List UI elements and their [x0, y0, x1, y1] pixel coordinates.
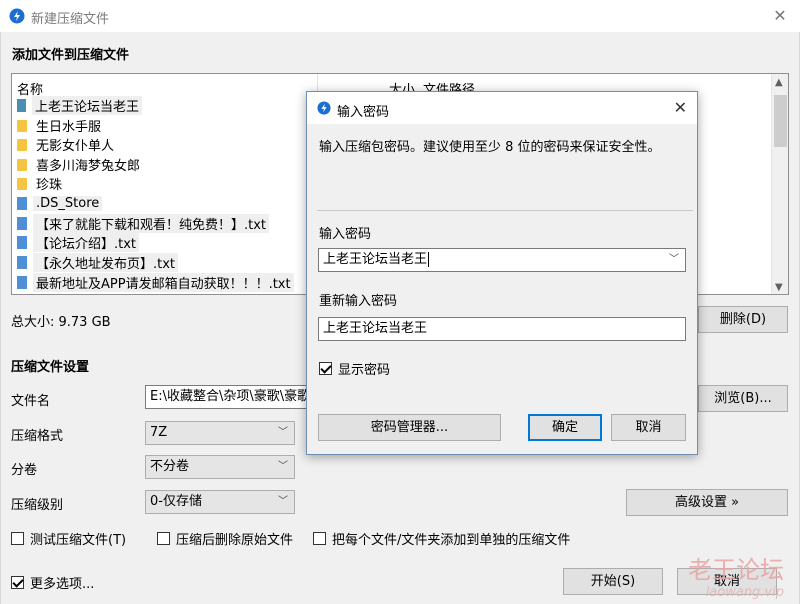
- watermark-text: 老王论坛: [688, 556, 784, 584]
- checkbox-label: 显示密码: [338, 363, 391, 378]
- delete-after-checkbox[interactable]: 压缩后删除原始文件: [157, 529, 293, 548]
- checkbox-box[interactable]: [157, 532, 170, 545]
- watermark: 老王论坛 laowang.vip: [688, 550, 784, 600]
- password-input[interactable]: 上老王论坛当老王 ﹀: [318, 248, 686, 272]
- checkbox-box[interactable]: [319, 362, 332, 375]
- app-icon: [9, 8, 25, 24]
- format-value: 7Z: [150, 425, 168, 440]
- checkbox-label: 更多选项...: [30, 577, 95, 592]
- watermark-url: laowang.vip: [705, 585, 784, 600]
- list-item-label: 生日水手服: [36, 120, 102, 135]
- checkbox-label: 把每个文件/文件夹添加到单独的压缩文件: [332, 533, 571, 548]
- dialog-titlebar: 输入密码 ✕: [307, 92, 697, 124]
- list-item-label: 珍珠: [36, 178, 63, 193]
- folder-icon: [17, 119, 27, 132]
- list-item[interactable]: 生日水手服: [16, 116, 306, 135]
- format-select[interactable]: 7Z ﹀: [145, 421, 295, 445]
- file-icon: [17, 236, 27, 249]
- list-item[interactable]: 【论坛介绍】.txt: [16, 233, 306, 252]
- list-item-label: 上老王论坛当老王: [32, 96, 143, 115]
- checkbox-box[interactable]: [313, 532, 326, 545]
- folder-icon: [17, 138, 27, 151]
- list-item[interactable]: 喜多川海梦兔女郎: [16, 155, 306, 174]
- checkbox-label: 压缩后删除原始文件: [176, 533, 294, 548]
- list-scrollbar[interactable]: ▲ ▼: [771, 74, 788, 294]
- list-item-label: 最新地址及APP请发邮箱自动获取！！！.txt: [33, 273, 294, 292]
- confirm-password-input[interactable]: 上老王论坛当老王: [318, 317, 686, 341]
- list-item[interactable]: 【来了就能下载和观看！纯免费！】.txt: [16, 214, 306, 233]
- checkbox-box[interactable]: [11, 532, 24, 545]
- split-value: 不分卷: [150, 459, 190, 474]
- list-item[interactable]: .DS_Store: [16, 194, 306, 213]
- folder-icon: [17, 158, 27, 171]
- app-icon: [317, 101, 331, 115]
- file-icon: [17, 217, 27, 230]
- more-options-checkbox[interactable]: 更多选项...: [11, 573, 94, 592]
- advanced-settings-button[interactable]: 高级设置 »: [626, 489, 788, 516]
- chevron-down-icon: ﹀: [278, 427, 288, 438]
- list-item-label: 喜多川海梦兔女郎: [36, 159, 141, 174]
- start-button[interactable]: 开始(S): [563, 568, 663, 595]
- file-icon: [17, 256, 27, 269]
- file-icon: [17, 276, 27, 289]
- level-label: 压缩级别: [11, 498, 64, 513]
- password-dialog: 输入密码 ✕ 输入压缩包密码。建议使用至少 8 位的密码来保证安全性。 输入密码…: [306, 91, 698, 455]
- list-item-label: 【论坛介绍】.txt: [33, 233, 140, 252]
- scroll-up-icon[interactable]: ▲: [775, 77, 783, 88]
- separate-archives-checkbox[interactable]: 把每个文件/文件夹添加到单独的压缩文件: [313, 529, 570, 548]
- scroll-thumb[interactable]: [774, 95, 787, 147]
- add-files-heading: 添加文件到压缩文件: [12, 48, 130, 63]
- split-select[interactable]: 不分卷 ﹀: [145, 455, 295, 479]
- divider: [317, 210, 693, 211]
- list-item[interactable]: 上老王论坛当老王: [16, 96, 306, 115]
- list-item[interactable]: 珍珠: [16, 174, 306, 193]
- list-item[interactable]: 【永久地址发布页】.txt: [16, 253, 306, 272]
- browse-button[interactable]: 浏览(B)...: [698, 385, 788, 412]
- total-size: 总大小: 9.73 GB: [11, 315, 111, 330]
- password-label: 输入密码: [319, 227, 372, 242]
- list-item-label: 【来了就能下载和观看！纯免费！】.txt: [33, 214, 270, 233]
- level-select[interactable]: 0-仅存储 ﹀: [145, 490, 295, 514]
- password-manager-button[interactable]: 密码管理器...: [318, 414, 501, 441]
- confirm-password-label: 重新输入密码: [319, 294, 398, 309]
- scroll-down-icon[interactable]: ▼: [775, 282, 783, 293]
- list-item[interactable]: 最新地址及APP请发邮箱自动获取！！！.txt: [16, 273, 306, 292]
- dialog-title: 输入密码: [337, 105, 390, 120]
- chevron-down-icon[interactable]: ﹀: [669, 249, 679, 271]
- ok-button[interactable]: 确定: [528, 414, 602, 441]
- file-icon: [17, 197, 27, 210]
- chevron-down-icon: ﹀: [278, 496, 288, 507]
- list-item-label: 无影女仆单人: [36, 139, 115, 154]
- delete-button[interactable]: 删除(D): [698, 306, 788, 333]
- split-label: 分卷: [11, 463, 38, 478]
- password-value: 上老王论坛当老王: [323, 252, 428, 267]
- close-icon[interactable]: ✕: [674, 98, 687, 117]
- window-title: 新建压缩文件: [31, 12, 110, 27]
- window-titlebar: 新建压缩文件 ✕: [0, 0, 800, 32]
- list-item[interactable]: 无影女仆单人: [16, 135, 306, 154]
- text-caret: [428, 252, 430, 267]
- list-item-label: .DS_Store: [33, 196, 103, 211]
- settings-heading: 压缩文件设置: [11, 360, 90, 375]
- test-archive-checkbox[interactable]: 测试压缩文件(T): [11, 529, 126, 548]
- filename-input[interactable]: E:\收藏整合\杂项\豪歌\豪歌: [145, 385, 315, 409]
- chevron-down-icon: ﹀: [278, 461, 288, 472]
- checkbox-label: 测试压缩文件(T): [30, 533, 127, 548]
- filename-label: 文件名: [11, 394, 51, 409]
- folder-icon: [17, 177, 27, 190]
- level-value: 0-仅存储: [150, 494, 202, 509]
- show-password-checkbox[interactable]: 显示密码: [319, 359, 390, 378]
- list-item-label: 【永久地址发布页】.txt: [33, 253, 179, 272]
- format-label: 压缩格式: [11, 429, 64, 444]
- dialog-cancel-button[interactable]: 取消: [611, 414, 686, 441]
- checkbox-box[interactable]: [11, 576, 24, 589]
- archive-icon: [17, 99, 26, 112]
- close-icon[interactable]: ✕: [768, 6, 792, 26]
- dialog-description: 输入压缩包密码。建议使用至少 8 位的密码来保证安全性。: [319, 140, 661, 155]
